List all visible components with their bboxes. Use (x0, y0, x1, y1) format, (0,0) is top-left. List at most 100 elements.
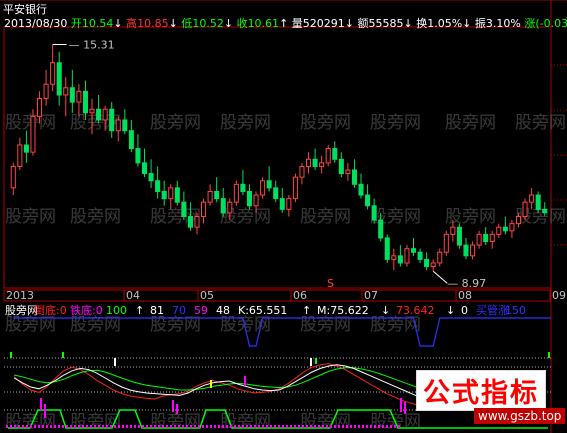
header-close-value: 10.61 (247, 17, 280, 30)
min-pointer (432, 270, 448, 284)
indicator-magenta-bar (34, 425, 36, 428)
candle-body (529, 194, 535, 203)
indicator-magenta-bar (70, 425, 72, 428)
indicator-magenta-bar (382, 425, 384, 428)
watermark-text: 股旁网 (220, 113, 271, 133)
indicator-magenta-bar (182, 425, 184, 428)
indicator-green-tick (315, 358, 317, 364)
indicator-magenta-bar (22, 425, 24, 428)
indicator-magenta-bar (366, 425, 368, 428)
candle-body (260, 180, 266, 196)
date-label: 09 (552, 289, 566, 302)
indicator-magenta-bar (46, 425, 48, 428)
header-turnover-arrow: ↓ (462, 17, 472, 30)
indicator-magenta-bar (198, 425, 200, 428)
candle-body (122, 119, 128, 132)
indicator-legend-item: 100 (106, 304, 127, 317)
header-close-arrow: ↑ (279, 17, 289, 30)
indicator-magenta-bar (58, 425, 60, 428)
header-change-value: (-0.03) (535, 17, 567, 30)
candle-body (187, 215, 193, 228)
header-turnover-label: 换 (416, 17, 428, 30)
indicator-legend-item: 48 (216, 304, 230, 317)
indicator-magenta-bar (194, 425, 196, 428)
candle-body (240, 183, 246, 192)
candle-body (246, 190, 253, 207)
indicator-magenta-bar (266, 425, 268, 428)
indicator-magenta-bar (370, 425, 372, 428)
watermark-text: 股旁网 (70, 207, 121, 227)
indicator-magenta-bar (222, 425, 224, 428)
watermark-text: 股旁网 (150, 113, 201, 133)
header-date: 2013/08/30 (4, 17, 68, 30)
indicator-magenta-bar (50, 425, 52, 428)
candle-body (273, 187, 279, 200)
indicator-magenta-bar (214, 425, 216, 428)
candle-body (515, 215, 522, 225)
indicator-legend-item: 铁底:0 (70, 303, 103, 317)
candle-body (161, 190, 167, 200)
indicator-magenta-bar (386, 425, 388, 428)
indicator-magenta-bar (342, 425, 344, 428)
indicator-magenta-bar (106, 425, 108, 428)
header-amplitude-value: 3.10% (485, 17, 521, 30)
indicator-magenta-bar (362, 425, 364, 428)
candle-body (325, 148, 331, 164)
indicator-magenta-spike (40, 398, 42, 410)
candle-body (141, 162, 148, 175)
indicator-magenta-bar (30, 425, 32, 428)
indicator-magenta-bar (62, 425, 64, 428)
indicator-magenta-bar (278, 425, 280, 428)
candle-body (476, 233, 482, 246)
candle-body (463, 244, 469, 257)
watermark-text: 股旁网 (515, 113, 566, 133)
indicator-magenta-bar (354, 425, 356, 428)
watermark-text: 股旁网 (300, 207, 351, 227)
indicator-legend-item: 73.642 (396, 304, 435, 317)
indicator-magenta-bar (142, 425, 144, 428)
indicator-green-tick (62, 352, 64, 358)
indicator-magenta-bar (90, 425, 92, 428)
candle-body (266, 180, 272, 189)
indicator-magenta-bar (226, 425, 228, 428)
candle-body (535, 194, 541, 210)
candle-body (253, 194, 259, 207)
indicator-marker-tick (210, 380, 212, 388)
max-price-label: — 15.31 (69, 39, 115, 52)
watermark-text: 股旁网 (445, 113, 496, 133)
indicator-magenta-bar (294, 425, 296, 428)
indicator-green-tick (10, 352, 12, 358)
indicator-magenta-bar (274, 425, 276, 428)
header-bar: 2013/08/30 开10.54↓ 高10.85↓ 低10.52↓ 收10.6… (4, 15, 567, 31)
stock-name: 平安银行 (3, 3, 47, 16)
candle-body (286, 198, 292, 210)
indicator-magenta-bar (94, 425, 96, 428)
indicator-legend-item: ↓ (381, 304, 390, 317)
indicator-magenta-bar (242, 425, 244, 428)
indicator-magenta-bar (290, 425, 292, 428)
indicator-marker-tick (114, 358, 116, 366)
indicator-magenta-spike (244, 376, 246, 386)
candle-body (220, 198, 226, 214)
candle-body (50, 62, 56, 85)
indicator-magenta-bar (238, 425, 240, 428)
indicator-magenta-bar (122, 425, 124, 428)
indicator-magenta-bar (298, 425, 300, 428)
watermark-text: 股旁网 (370, 113, 421, 133)
indicator-magenta-bar (322, 425, 324, 428)
candle-body (397, 255, 403, 264)
header-close-label: 收 (236, 17, 248, 30)
header-amount-value: 55585 (368, 17, 404, 30)
date-label: 06 (293, 289, 307, 302)
indicator-magenta-bar (102, 425, 104, 428)
candle-body (542, 208, 548, 214)
candle-body (319, 162, 325, 167)
site-logo: 公式指标 www.gszb.top (404, 366, 566, 428)
indicator-magenta-bar (394, 425, 396, 428)
candle-body (207, 190, 213, 203)
candle-body (30, 115, 36, 153)
indicator-magenta-bar (186, 425, 188, 428)
candle-body (430, 262, 436, 268)
indicator-magenta-bar (130, 425, 132, 428)
header-high-arrow: ↓ (168, 17, 178, 30)
